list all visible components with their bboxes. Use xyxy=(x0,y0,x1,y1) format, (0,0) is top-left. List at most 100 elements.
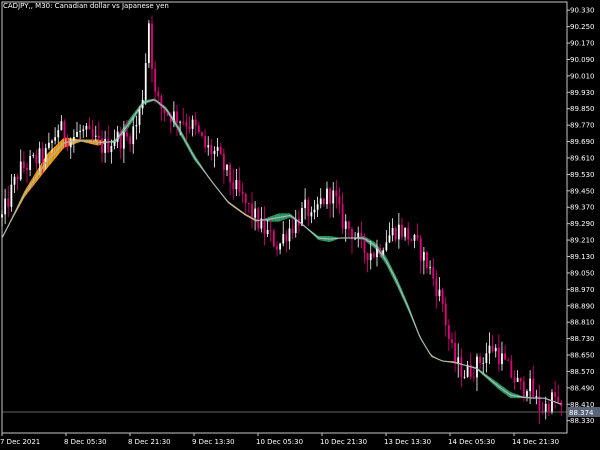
candle-body xyxy=(76,131,78,137)
time-tick-label: 8 Dec 05:30 xyxy=(64,438,107,446)
candle-body xyxy=(44,148,47,163)
candle-body xyxy=(244,193,247,204)
current-price-tag: 88.374 xyxy=(568,407,600,417)
candle-body xyxy=(413,234,416,241)
candle-body xyxy=(460,357,463,377)
price-axis: 90.330 90.250 90.170 90.090 90.010 89.930 89.8… xyxy=(567,7,595,425)
time-tick-label: 7 Dec 2021 xyxy=(0,438,40,446)
candle-body xyxy=(510,360,513,378)
candle-body xyxy=(416,234,419,239)
candle-body xyxy=(501,353,503,365)
candle-body xyxy=(219,146,222,155)
price-tick-label: 88.970 xyxy=(570,286,595,294)
price-tick-label: 88.730 xyxy=(570,335,595,343)
candle-body xyxy=(35,155,38,164)
candle-body xyxy=(504,353,507,360)
candle-body xyxy=(494,347,497,352)
price-tick-label: 89.690 xyxy=(570,138,595,146)
candle-body xyxy=(91,129,94,137)
candle-body xyxy=(210,145,213,155)
candle-body xyxy=(235,180,238,190)
candle-body xyxy=(85,125,88,130)
current-price-text: 88.374 xyxy=(569,409,594,417)
candle-body xyxy=(294,218,297,233)
candle-body xyxy=(63,121,66,139)
candle-body xyxy=(191,119,194,129)
candle-body xyxy=(482,362,485,364)
candle-body xyxy=(438,289,441,297)
candle-body xyxy=(419,238,422,261)
candle-body xyxy=(41,148,44,163)
candle-body xyxy=(251,203,253,218)
candle-body xyxy=(13,176,16,185)
candle-body xyxy=(176,111,178,123)
candle-body xyxy=(238,180,241,192)
candle-body xyxy=(57,130,60,138)
time-tick-label: 8 Dec 21:30 xyxy=(128,438,171,446)
price-tick-label: 88.810 xyxy=(570,319,595,327)
candle-body xyxy=(432,267,435,279)
candle-body xyxy=(269,229,272,231)
candle-body xyxy=(529,378,532,392)
price-tick-label: 89.370 xyxy=(570,204,595,212)
candle-body xyxy=(66,138,69,148)
candle-body xyxy=(485,353,488,363)
price-chart[interactable]: 90.330 90.250 90.170 90.090 90.010 89.930 89.8… xyxy=(0,0,600,450)
candle-body xyxy=(310,212,313,217)
candle-body xyxy=(7,198,10,207)
price-tick-label: 89.530 xyxy=(570,171,595,179)
candle-body xyxy=(197,125,200,133)
price-tick-label: 90.330 xyxy=(570,7,595,15)
candle-body xyxy=(104,138,107,153)
time-tick-label: 10 Dec 21:30 xyxy=(320,438,367,446)
price-tick-label: 88.890 xyxy=(570,302,595,310)
time-tick-label: 14 Dec 05:30 xyxy=(448,438,495,446)
candle-body xyxy=(338,196,341,205)
candle-body xyxy=(329,188,332,204)
price-tick-label: 90.090 xyxy=(570,56,595,64)
candle-body xyxy=(463,376,466,378)
candle-body xyxy=(391,228,394,236)
candle-body xyxy=(38,148,41,164)
candle-body xyxy=(135,125,138,127)
candle-body xyxy=(372,253,375,258)
candle-body xyxy=(94,135,97,137)
candle-body xyxy=(491,345,494,352)
candle-body xyxy=(247,203,250,204)
price-tick-label: 89.610 xyxy=(570,154,595,162)
price-tick-label: 90.010 xyxy=(570,72,595,80)
candle-body xyxy=(513,377,516,382)
candle-body xyxy=(216,146,219,151)
price-tick-label: 89.930 xyxy=(570,89,595,97)
candle-body xyxy=(82,129,85,131)
candle-body xyxy=(272,230,275,247)
candle-body xyxy=(138,108,141,126)
candle-body xyxy=(366,252,369,261)
candle-body xyxy=(347,221,350,229)
candle-body xyxy=(488,345,491,354)
candle-body xyxy=(32,155,35,156)
candle-body xyxy=(551,392,553,412)
candle-body xyxy=(107,138,110,153)
candle-body xyxy=(207,145,210,148)
candle-body xyxy=(47,142,50,149)
price-tick-label: 88.330 xyxy=(570,417,595,425)
candle-body xyxy=(29,155,32,170)
candle-body xyxy=(201,132,203,136)
candle-body xyxy=(257,208,260,229)
candle-body xyxy=(541,410,544,412)
candle-body xyxy=(429,267,432,269)
candle-body xyxy=(479,356,482,364)
candle-body xyxy=(476,356,478,378)
candle-body xyxy=(132,126,135,145)
candle-body xyxy=(232,182,235,190)
candle-body xyxy=(441,289,444,304)
candle-body xyxy=(332,190,335,204)
candle-body xyxy=(213,150,216,155)
price-tick-label: 90.250 xyxy=(570,23,595,31)
candle-body xyxy=(79,130,82,132)
candle-body xyxy=(532,378,535,398)
candle-body xyxy=(101,138,103,153)
candle-body xyxy=(126,132,128,137)
price-tick-label: 89.050 xyxy=(570,269,595,277)
